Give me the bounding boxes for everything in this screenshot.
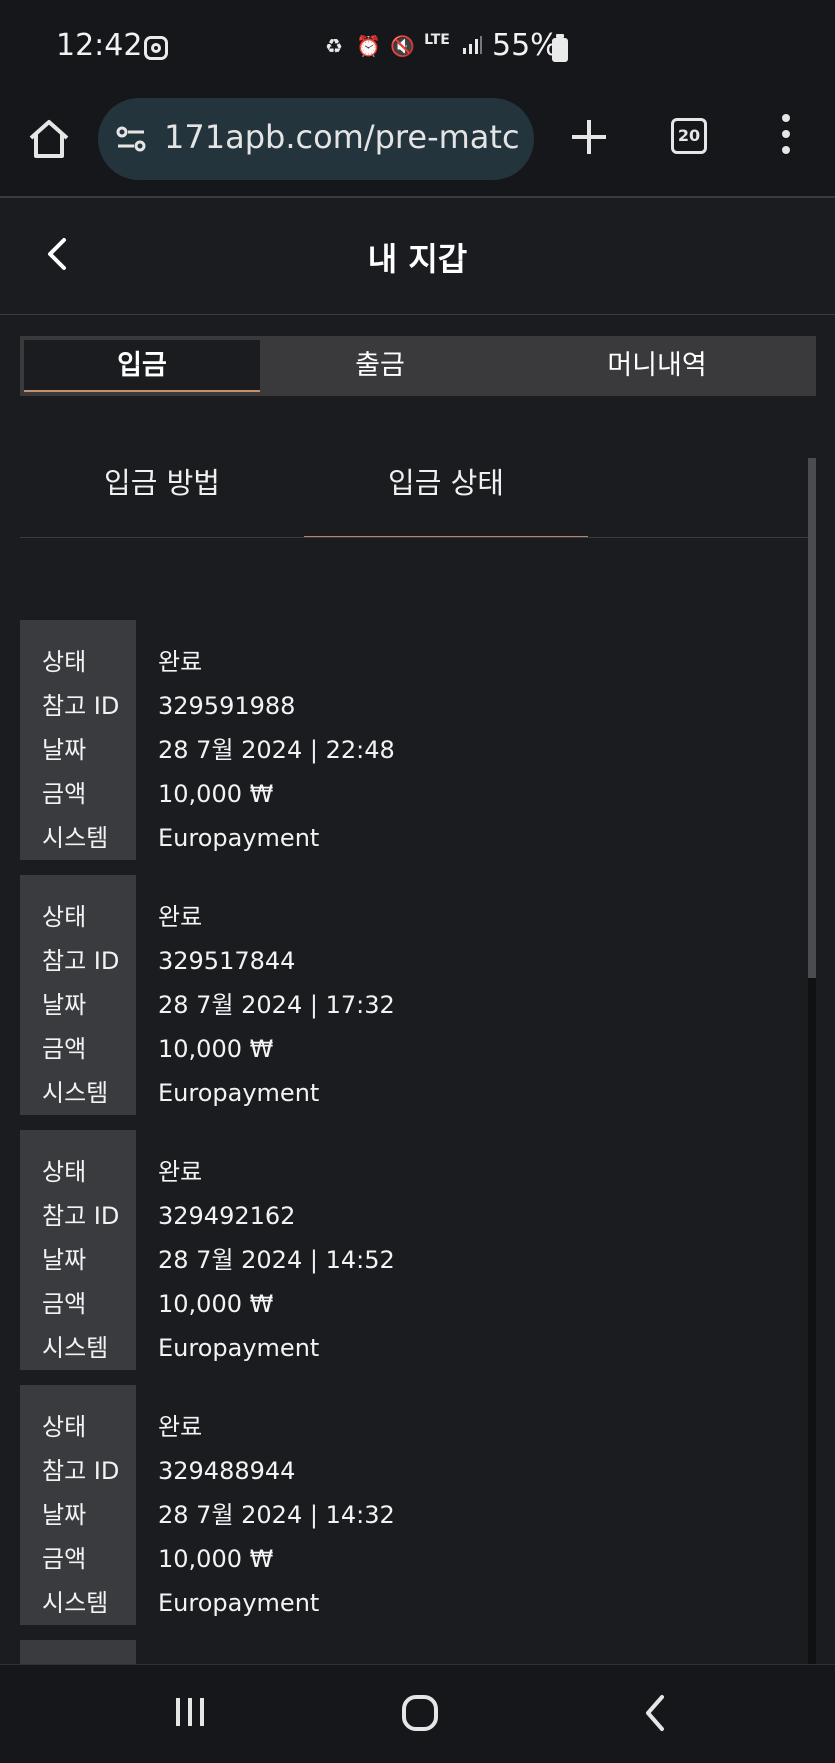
amount-value: 10,000 ₩	[158, 1545, 274, 1573]
date-value: 28 7월 2024 | 14:52	[158, 1246, 395, 1274]
divider	[20, 537, 808, 538]
system-value: Europayment	[158, 1589, 320, 1617]
status-value: 완료	[158, 1413, 203, 1441]
system-label: 시스템	[42, 1334, 109, 1362]
system-value: Europayment	[158, 1079, 320, 1107]
status-label: 상태	[42, 648, 87, 676]
status-time: 12:42	[56, 28, 143, 63]
lte-icon: LTE	[424, 32, 450, 48]
amount-label: 금액	[42, 1290, 87, 1318]
subtab-deposit-status[interactable]: 입금 상태	[304, 460, 588, 502]
date-label: 날짜	[42, 1246, 87, 1274]
ref-id-value: 329517844	[158, 947, 296, 975]
amount-label: 금액	[42, 1545, 87, 1573]
site-settings-icon[interactable]	[114, 122, 148, 156]
amount-label: 금액	[42, 780, 87, 808]
ref-id-label: 참고 ID	[42, 947, 120, 975]
date-value: 28 7월 2024 | 17:32	[158, 991, 395, 1019]
status-value: 완료	[158, 903, 203, 931]
recycle-icon: ♻	[325, 34, 343, 58]
ref-id-label: 참고 ID	[42, 692, 120, 720]
deposit-record: 상태 완료 참고 ID 329517844 날짜 28 7월 2024 | 17…	[20, 875, 808, 1115]
ref-id-value: 329492162	[158, 1202, 296, 1230]
system-nav-bar	[0, 1665, 835, 1763]
deposit-record: 상태 완료 참고 ID 329488944 날짜 28 7월 2024 | 14…	[20, 1385, 808, 1625]
status-label: 상태	[42, 1413, 87, 1441]
deposit-records-list: 상태 완료 참고 ID 329591988 날짜 28 7월 2024 | 22…	[20, 620, 808, 1670]
ref-id-value: 329488944	[158, 1457, 296, 1485]
address-bar[interactable]: 171apb.com/pre-matc	[98, 98, 534, 180]
ref-id-label: 참고 ID	[42, 1202, 120, 1230]
deposit-record: 상태 완료 참고 ID 329492162 날짜 28 7월 2024 | 14…	[20, 1130, 808, 1370]
mute-icon: 🔇	[390, 34, 415, 58]
system-label: 시스템	[42, 824, 109, 852]
tab-switcher-button[interactable]: 20	[671, 118, 707, 154]
ref-id-label: 참고 ID	[42, 1457, 120, 1485]
status-bar: 12:42 ♻ ⏰ 🔇 LTE 55%	[0, 0, 835, 92]
wallet-tabs: 입금 출금 머니내역	[20, 336, 816, 396]
status-value: 완료	[158, 1158, 203, 1186]
tab-deposit[interactable]: 입금	[24, 340, 260, 392]
system-label: 시스템	[42, 1079, 109, 1107]
system-value: Europayment	[158, 1334, 320, 1362]
amount-label: 금액	[42, 1035, 87, 1063]
status-label: 상태	[42, 903, 87, 931]
instagram-icon	[144, 36, 168, 60]
divider	[0, 314, 835, 315]
deposit-record: 상태 완료 참고 ID 329591988 날짜 28 7월 2024 | 22…	[20, 620, 808, 860]
ref-id-value: 329591988	[158, 692, 296, 720]
date-label: 날짜	[42, 736, 87, 764]
date-label: 날짜	[42, 991, 87, 1019]
new-tab-icon[interactable]	[568, 116, 610, 158]
tab-money-history[interactable]: 머니내역	[498, 336, 816, 396]
browser-toolbar: 171apb.com/pre-matc 20	[0, 92, 835, 196]
status-icons: ♻ ⏰ 🔇 LTE	[322, 32, 484, 58]
page-header: 내 지갑	[0, 198, 835, 314]
date-label: 날짜	[42, 1501, 87, 1529]
date-value: 28 7월 2024 | 14:32	[158, 1501, 395, 1529]
battery-percent: 55%	[492, 28, 559, 63]
subtab-deposit-method[interactable]: 입금 방법	[20, 460, 304, 502]
recent-apps-icon[interactable]	[172, 1695, 208, 1729]
tab-withdraw[interactable]: 출금	[262, 336, 498, 396]
amount-value: 10,000 ₩	[158, 780, 274, 808]
amount-value: 10,000 ₩	[158, 1290, 274, 1318]
scrollbar-thumb[interactable]	[808, 458, 816, 978]
status-label: 상태	[42, 1158, 87, 1186]
deposit-subtabs: 입금 방법 입금 상태	[20, 440, 808, 538]
home-icon[interactable]	[26, 116, 72, 162]
battery-icon	[552, 34, 568, 62]
amount-value: 10,000 ₩	[158, 1035, 274, 1063]
url-text: 171apb.com/pre-matc	[164, 118, 520, 156]
status-value: 완료	[158, 648, 203, 676]
page-title: 내 지갑	[367, 240, 468, 278]
home-nav-icon[interactable]	[400, 1693, 440, 1733]
system-label: 시스템	[42, 1589, 109, 1617]
system-value: Europayment	[158, 824, 320, 852]
date-value: 28 7월 2024 | 22:48	[158, 736, 395, 764]
back-nav-icon[interactable]	[640, 1693, 670, 1733]
more-menu-icon[interactable]	[780, 114, 792, 160]
alarm-icon: ⏰	[356, 34, 381, 58]
signal-icon	[460, 34, 484, 58]
